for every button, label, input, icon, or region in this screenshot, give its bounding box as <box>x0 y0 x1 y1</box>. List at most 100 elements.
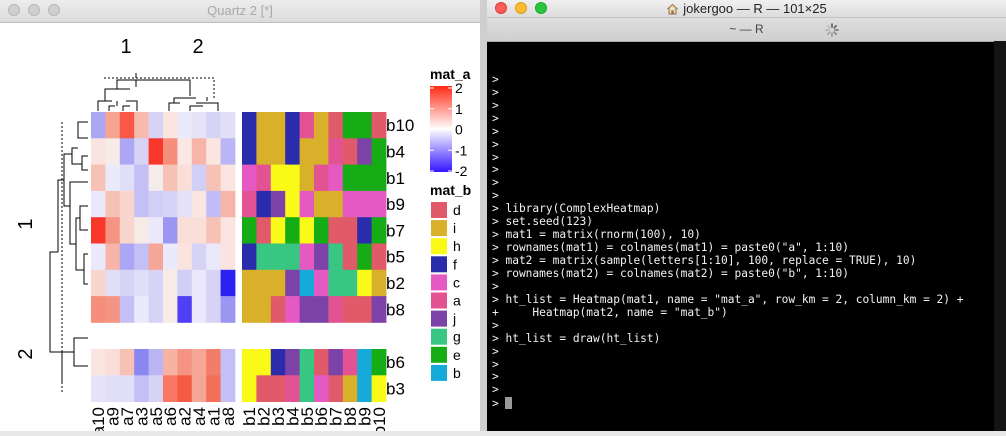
legend-mat-b-title: mat_b <box>430 182 471 198</box>
terminal-line: > <box>492 279 499 293</box>
terminal-line: > <box>492 137 499 151</box>
heatmap-cell-mat-b <box>314 243 329 271</box>
heatmap-cell-mat-a <box>177 190 193 218</box>
heatmap-cell-mat-a <box>148 375 164 402</box>
heatmap-cell-mat-b <box>285 138 300 165</box>
heatmap-cell-mat-b <box>328 164 344 192</box>
legend-item-label: b <box>453 365 461 381</box>
heatmap-cell-mat-b <box>314 112 329 139</box>
heatmap-cell-mat-b <box>256 217 272 244</box>
heatmap-cell-mat-a <box>148 164 164 192</box>
heatmap-cell-mat-b <box>342 375 358 402</box>
heatmap-cell-mat-a <box>220 190 236 218</box>
terminal-output[interactable]: > > > > > > > > > > > library(ComplexHeatmap) > set… <box>492 48 992 431</box>
heatmap-cell-mat-a <box>206 269 221 297</box>
heatmap-cell-mat-b <box>256 190 272 218</box>
heatmap-cell-mat-b <box>299 217 315 244</box>
heatmap-cell-mat-b <box>371 269 387 297</box>
heatmap-cell-mat-a <box>119 138 135 165</box>
row-dendrogram <box>49 121 88 392</box>
heatmap-cell-mat-b <box>299 269 315 297</box>
terminal-prompt-line[interactable]: > <box>492 397 992 410</box>
terminal-tab[interactable]: ~ — R <box>487 22 1006 36</box>
heatmap-cell-mat-a <box>220 164 236 192</box>
heatmap-cell-mat-a <box>191 243 207 271</box>
heatmap-cell-mat-a <box>163 164 178 192</box>
heatmap-cell-mat-b <box>270 138 286 165</box>
heatmap-cell-mat-a <box>163 190 178 218</box>
terminal-line: > <box>492 72 499 86</box>
heatmap-cell-mat-b <box>357 349 372 376</box>
row-name-label: b10 <box>386 116 414 135</box>
heatmap-cell-mat-b <box>371 112 387 139</box>
text-cursor <box>505 397 513 410</box>
terminal-line: > <box>492 383 499 397</box>
terminal-line: > rownames(mat2) = colnames(mat2) = past… <box>492 266 849 280</box>
heatmap-cell-mat-a <box>206 375 221 402</box>
heatmap-cell-mat-a <box>148 243 164 271</box>
heatmap-cell-mat-b <box>285 190 300 218</box>
column-dendrogram <box>97 73 219 111</box>
heatmap-cell-mat-b <box>256 296 272 323</box>
heatmap-cell-mat-b <box>242 296 257 323</box>
heatmap-cell-mat-a <box>91 375 106 402</box>
legend-item-label: d <box>453 202 461 218</box>
heatmap-cell-mat-b <box>256 164 272 192</box>
legend-swatch <box>431 238 447 255</box>
heatmap-cell-mat-a <box>105 349 121 376</box>
heatmap-cell-mat-b <box>371 243 387 271</box>
terminal-scrollbar[interactable] <box>994 41 1006 431</box>
terminal-title: jokergoo — R — 101×25 <box>487 1 1006 16</box>
heatmap-cell-mat-a <box>206 190 221 218</box>
heatmap-cell-mat-b <box>357 269 372 297</box>
heatmap-cell-mat-a <box>91 296 106 323</box>
heatmap-cell-mat-a <box>105 375 121 402</box>
heatmap-cell-mat-a <box>206 217 221 244</box>
legend-item-label: h <box>453 238 461 254</box>
legend-tick-label: 1 <box>455 101 463 117</box>
heatmap-cell-mat-a <box>177 243 193 271</box>
heatmap-cell-mat-a <box>119 190 135 218</box>
heatmap-cell-mat-b <box>242 190 257 218</box>
quartz-titlebar: Quartz 2 [*] <box>0 0 480 23</box>
heatmap-cell-mat-b <box>328 375 344 402</box>
heatmap-cell-mat-a <box>119 269 135 297</box>
heatmap-cell-mat-b <box>299 296 315 323</box>
heatmap-plot: 1 2 1 2 b10b4b1b9b7b5b2b8b6b3 a10a9a7a3a… <box>15 36 471 431</box>
heatmap-cell-mat-b <box>270 190 286 218</box>
heatmap-cell-mat-a <box>91 190 106 218</box>
heatmap-cell-mat-b <box>299 138 315 165</box>
legend-mat-b: mat_bdihfcajgeb <box>430 182 471 381</box>
heatmap-cell-mat-a <box>91 164 106 192</box>
heatmap-cell-mat-b <box>357 164 372 192</box>
heatmap-cell-mat-b <box>285 296 300 323</box>
heatmap-cell-mat-a <box>91 138 106 165</box>
terminal-title-text: jokergoo — R — 101×25 <box>683 1 827 16</box>
heatmap-cell-mat-b <box>270 349 286 376</box>
heatmap-cell-mat-b <box>357 217 372 244</box>
heatmap-cell-mat-a <box>177 217 193 244</box>
legend-tick-label: 0 <box>455 122 463 138</box>
heatmap-cell-mat-a <box>220 269 236 297</box>
heatmap-cell-mat-b <box>242 375 257 402</box>
heatmap-cell-mat-a <box>105 217 121 244</box>
heatmap-cell-mat-b <box>299 375 315 402</box>
heatmap-cell-mat-b <box>371 217 387 244</box>
legend-item-label: f <box>453 256 457 272</box>
column-split-label-1: 1 <box>120 36 131 58</box>
row-name-label: b4 <box>386 142 405 161</box>
heatmap-cell-mat-a <box>220 349 236 376</box>
heatmap-cell-mat-a <box>191 269 207 297</box>
row-name-label: b2 <box>386 274 405 293</box>
legend-swatch <box>431 256 447 273</box>
heatmap-cell-mat-b <box>328 190 344 218</box>
heatmap-cell-mat-b <box>270 164 286 192</box>
heatmap-cell-mat-b <box>342 112 358 139</box>
heatmap-cell-mat-a <box>191 375 207 402</box>
heatmap-cell-mat-a <box>119 296 135 323</box>
row-name-label: b3 <box>386 379 405 398</box>
heatmap-cell-mat-a <box>105 296 121 323</box>
heatmap-cell-mat-b <box>357 112 372 139</box>
heatmap-cell-mat-b <box>314 138 329 165</box>
heatmap-cell-mat-a <box>206 349 221 376</box>
